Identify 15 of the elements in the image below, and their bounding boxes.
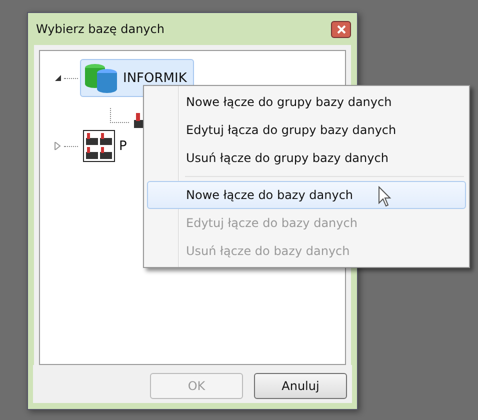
menu-item[interactable]: Nowe łącze do bazy danych	[147, 181, 466, 209]
close-button[interactable]	[331, 20, 351, 38]
cancel-button[interactable]: Anuluj	[254, 373, 347, 399]
collapse-icon[interactable]	[54, 74, 62, 82]
tree-item-label: INFORMIK	[123, 70, 187, 86]
factory-icon	[83, 130, 115, 162]
close-icon	[336, 24, 346, 34]
expand-icon[interactable]	[54, 142, 62, 150]
menu-item[interactable]: Usuń łącze do grupy bazy danych	[147, 144, 466, 172]
menu-item[interactable]: Edytuj łącza do grupy bazy danych	[147, 116, 466, 144]
cursor-icon	[378, 186, 392, 208]
tree-item[interactable]: P	[80, 127, 134, 165]
database-icon	[83, 62, 119, 94]
tree-item-label: P	[119, 138, 127, 154]
window-title: Wybierz bazę danych	[35, 22, 164, 36]
